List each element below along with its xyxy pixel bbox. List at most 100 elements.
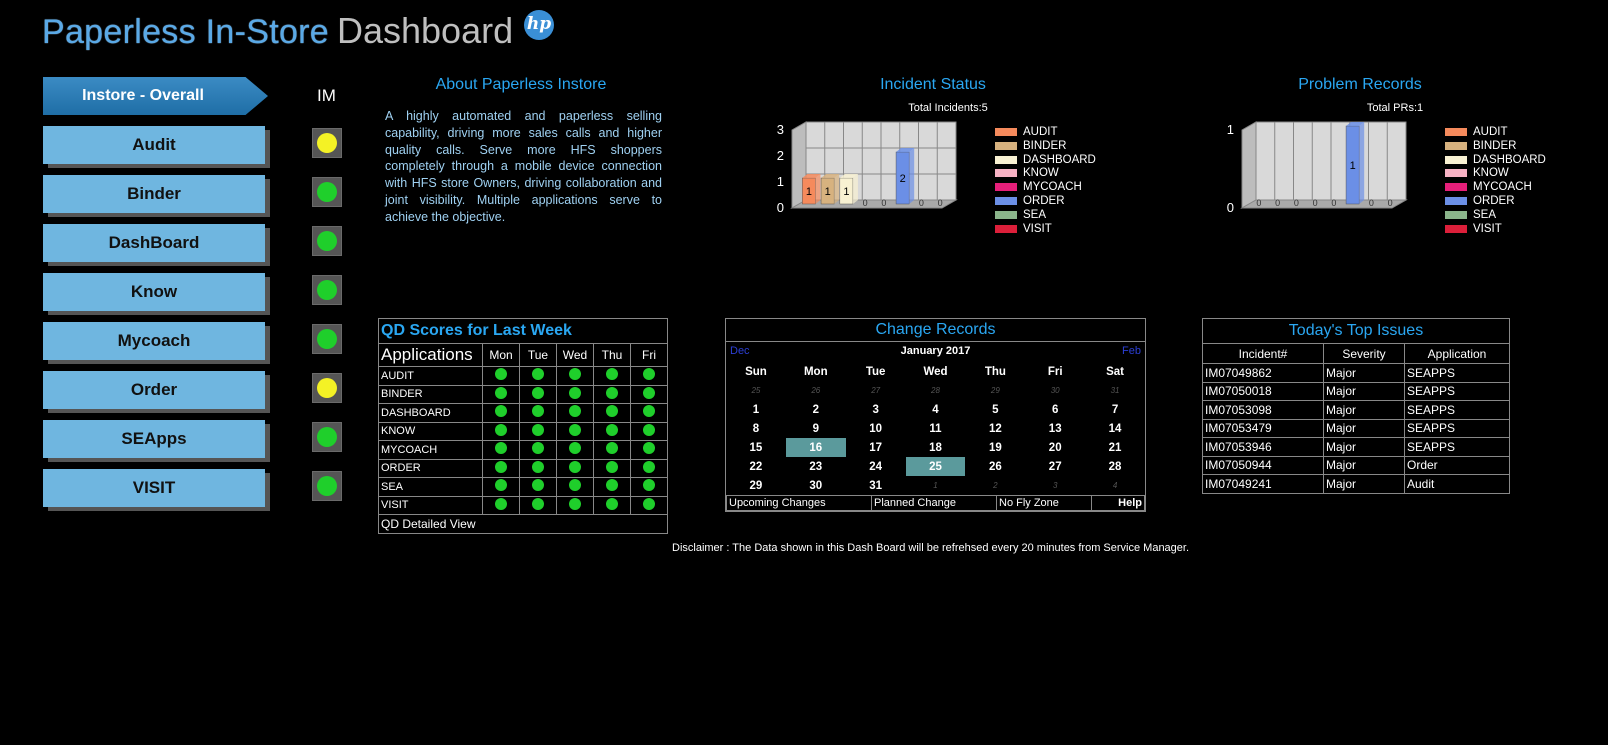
- qd-score-cell[interactable]: [482, 477, 520, 497]
- calendar-day[interactable]: 26: [965, 457, 1025, 476]
- issue-incident-id[interactable]: IM07050944: [1202, 455, 1324, 475]
- calendar-day[interactable]: 1: [906, 476, 966, 495]
- qd-score-cell[interactable]: [519, 458, 557, 478]
- calendar-day[interactable]: 29: [965, 381, 1025, 400]
- nav-button-visit[interactable]: VISIT: [43, 469, 265, 507]
- qd-score-cell[interactable]: [630, 495, 668, 515]
- issue-incident-id[interactable]: IM07053098: [1202, 400, 1324, 420]
- qd-score-cell[interactable]: [630, 440, 668, 460]
- calendar-day[interactable]: 6: [1025, 400, 1085, 419]
- qd-score-cell[interactable]: [593, 403, 631, 423]
- calendar-day[interactable]: 26: [786, 381, 846, 400]
- calendar-day[interactable]: 16: [785, 438, 846, 457]
- calendar-day[interactable]: 12: [965, 419, 1025, 438]
- help-link[interactable]: Help: [1091, 495, 1145, 511]
- calendar-next-month[interactable]: Feb: [1122, 345, 1141, 357]
- calendar-day[interactable]: 25: [905, 457, 966, 476]
- calendar-day[interactable]: 17: [846, 438, 906, 457]
- calendar-day[interactable]: 11: [906, 419, 966, 438]
- nav-button-order[interactable]: Order: [43, 371, 265, 409]
- calendar-day[interactable]: 31: [846, 476, 906, 495]
- table-row[interactable]: IM07049241 Major Audit: [1202, 474, 1510, 494]
- qd-score-cell[interactable]: [593, 495, 631, 515]
- calendar-day[interactable]: 2: [786, 400, 846, 419]
- calendar-day[interactable]: 7: [1085, 400, 1145, 419]
- table-row[interactable]: IM07053098 Major SEAPPS: [1202, 400, 1510, 420]
- calendar-day[interactable]: 23: [786, 457, 846, 476]
- nav-button-binder[interactable]: Binder: [43, 175, 265, 213]
- calendar-day[interactable]: 27: [1025, 457, 1085, 476]
- calendar-day[interactable]: 3: [1025, 476, 1085, 495]
- qd-score-cell[interactable]: [556, 384, 594, 404]
- calendar-day[interactable]: 18: [906, 438, 966, 457]
- qd-score-cell[interactable]: [519, 477, 557, 497]
- calendar-day[interactable]: 8: [726, 419, 786, 438]
- calendar-day[interactable]: 28: [1085, 457, 1145, 476]
- qd-score-cell[interactable]: [630, 403, 668, 423]
- nav-button-mycoach[interactable]: Mycoach: [43, 322, 265, 360]
- qd-score-cell[interactable]: [593, 440, 631, 460]
- calendar-day[interactable]: 5: [965, 400, 1025, 419]
- calendar-day[interactable]: 19: [965, 438, 1025, 457]
- qd-score-cell[interactable]: [556, 440, 594, 460]
- im-status-seapps[interactable]: [312, 422, 342, 452]
- table-row[interactable]: IM07049862 Major SEAPPS: [1202, 363, 1510, 383]
- qd-score-cell[interactable]: [556, 366, 594, 386]
- qd-score-cell[interactable]: [519, 440, 557, 460]
- nav-button-seapps[interactable]: SEApps: [43, 420, 265, 458]
- table-row[interactable]: IM07053946 Major SEAPPS: [1202, 437, 1510, 457]
- calendar-day[interactable]: 3: [846, 400, 906, 419]
- qd-score-cell[interactable]: [556, 477, 594, 497]
- nav-button-know[interactable]: Know: [43, 273, 265, 311]
- qd-score-cell[interactable]: [519, 384, 557, 404]
- qd-score-cell[interactable]: [630, 458, 668, 478]
- issue-incident-id[interactable]: IM07049862: [1202, 363, 1324, 383]
- table-row[interactable]: IM07053479 Major SEAPPS: [1202, 418, 1510, 438]
- calendar-day[interactable]: 24: [846, 457, 906, 476]
- table-row[interactable]: IM07050018 Major SEAPPS: [1202, 381, 1510, 401]
- qd-score-cell[interactable]: [556, 458, 594, 478]
- calendar-day[interactable]: 20: [1025, 438, 1085, 457]
- im-status-mycoach[interactable]: [312, 324, 342, 354]
- calendar-day[interactable]: 27: [846, 381, 906, 400]
- nav-button-dashboard[interactable]: DashBoard: [43, 224, 265, 262]
- calendar-day[interactable]: 25: [726, 381, 786, 400]
- calendar-day[interactable]: 22: [726, 457, 786, 476]
- calendar-day[interactable]: 30: [786, 476, 846, 495]
- qd-score-cell[interactable]: [630, 384, 668, 404]
- qd-score-cell[interactable]: [482, 458, 520, 478]
- im-status-visit[interactable]: [312, 471, 342, 501]
- qd-score-cell[interactable]: [593, 458, 631, 478]
- im-status-know[interactable]: [312, 275, 342, 305]
- calendar-day[interactable]: 31: [1085, 381, 1145, 400]
- im-status-order[interactable]: [312, 373, 342, 403]
- upcoming-changes-link[interactable]: Upcoming Changes: [726, 495, 872, 511]
- calendar-day[interactable]: 4: [906, 400, 966, 419]
- qd-score-cell[interactable]: [519, 403, 557, 423]
- calendar-day[interactable]: 9: [786, 419, 846, 438]
- qd-score-cell[interactable]: [556, 421, 594, 441]
- qd-score-cell[interactable]: [593, 421, 631, 441]
- qd-score-cell[interactable]: [482, 403, 520, 423]
- calendar-day[interactable]: 30: [1025, 381, 1085, 400]
- qd-detailed-view-link[interactable]: QD Detailed View: [378, 514, 668, 534]
- qd-score-cell[interactable]: [593, 366, 631, 386]
- calendar-day[interactable]: 28: [906, 381, 966, 400]
- qd-score-cell[interactable]: [482, 366, 520, 386]
- qd-score-cell[interactable]: [630, 366, 668, 386]
- calendar-day[interactable]: 4: [1085, 476, 1145, 495]
- qd-score-cell[interactable]: [519, 495, 557, 515]
- qd-score-cell[interactable]: [556, 495, 594, 515]
- qd-score-cell[interactable]: [556, 403, 594, 423]
- qd-score-cell[interactable]: [630, 421, 668, 441]
- im-status-binder[interactable]: [312, 177, 342, 207]
- calendar-day[interactable]: 13: [1025, 419, 1085, 438]
- nav-overall-button[interactable]: Instore - Overall: [43, 77, 268, 115]
- qd-score-cell[interactable]: [482, 440, 520, 460]
- calendar-day[interactable]: 15: [726, 438, 786, 457]
- qd-score-cell[interactable]: [519, 421, 557, 441]
- im-status-audit[interactable]: [312, 128, 342, 158]
- qd-score-cell[interactable]: [593, 477, 631, 497]
- calendar-day[interactable]: 2: [965, 476, 1025, 495]
- qd-score-cell[interactable]: [482, 384, 520, 404]
